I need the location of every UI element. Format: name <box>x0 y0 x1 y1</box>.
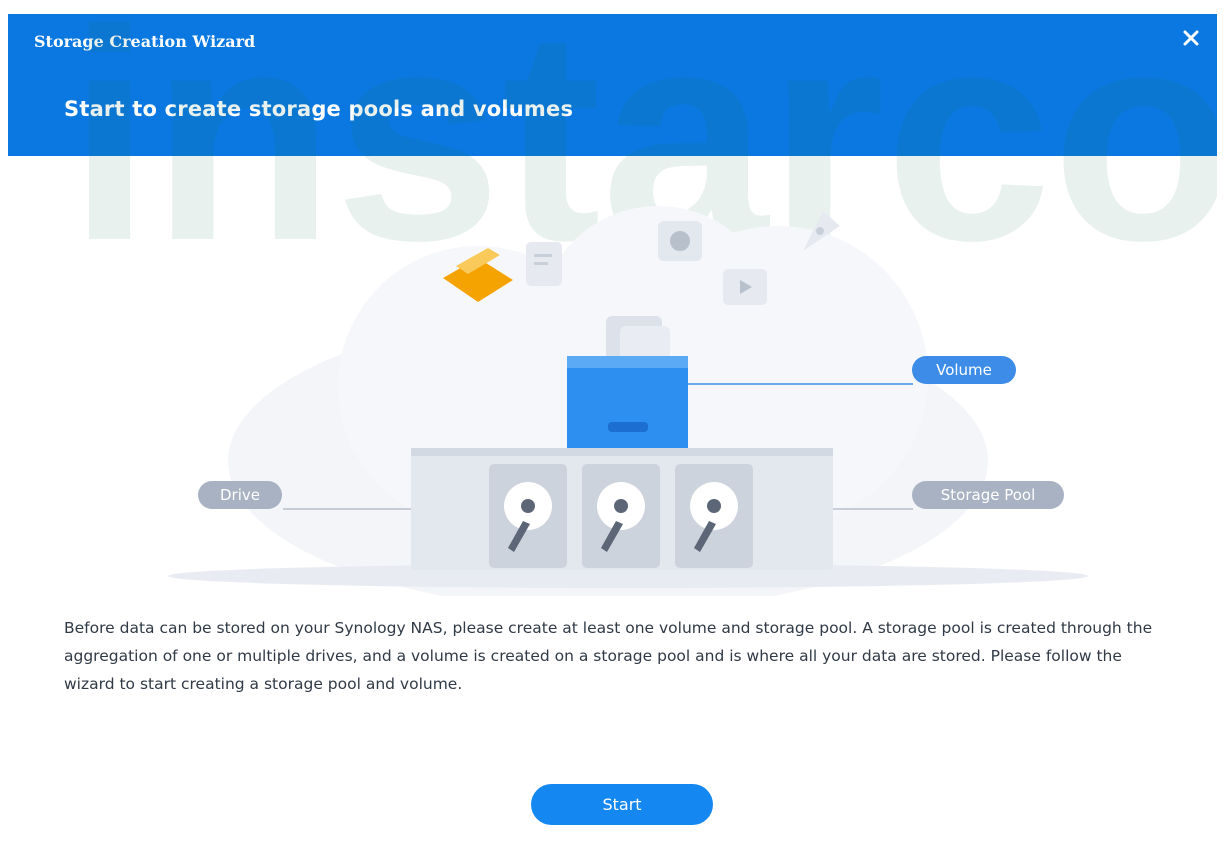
wizard-description: Before data can be stored on your Synolo… <box>64 619 1153 693</box>
volume-label: Volume <box>912 356 1016 384</box>
storage-illustration: Volume Drive Storage Pool <box>8 156 1217 611</box>
storage-creation-wizard-dialog: Storage Creation Wizard Start to create … <box>8 14 1217 841</box>
media-file-icon <box>658 221 702 261</box>
video-file-icon <box>723 269 767 305</box>
close-icon <box>1183 30 1199 46</box>
window-title: Storage Creation Wizard <box>34 32 256 51</box>
drive-label: Drive <box>198 481 282 509</box>
close-button[interactable] <box>1181 28 1201 48</box>
wizard-header: Storage Creation Wizard Start to create … <box>8 14 1217 156</box>
storage-diagram <box>168 206 1088 611</box>
start-button[interactable]: Start <box>531 784 713 825</box>
document-icon <box>526 242 562 286</box>
volume-box <box>567 356 688 452</box>
page-title: Start to create storage pools and volume… <box>64 97 574 121</box>
drive-1 <box>489 464 567 568</box>
drive-2 <box>582 464 660 568</box>
storage-pool-label: Storage Pool <box>912 481 1064 509</box>
drive-3 <box>675 464 753 568</box>
